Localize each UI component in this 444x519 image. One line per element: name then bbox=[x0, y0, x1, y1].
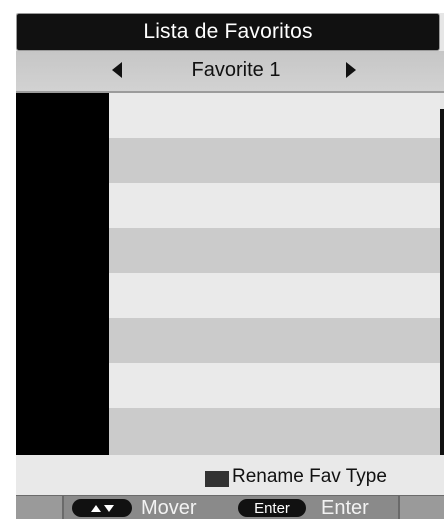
list-item[interactable] bbox=[109, 273, 440, 318]
list-item[interactable] bbox=[109, 93, 440, 138]
color-key-icon bbox=[205, 471, 229, 487]
favorites-list bbox=[109, 93, 440, 455]
page-title: Lista de Favoritos bbox=[143, 20, 313, 43]
favorite-selector-label: Favorite 1 bbox=[191, 59, 281, 81]
title-bar: Lista de Favoritos bbox=[16, 13, 440, 51]
enter-label: Enter bbox=[321, 497, 369, 519]
rename-fav-type-label[interactable]: Rename Fav Type bbox=[232, 466, 387, 488]
up-down-arrows-icon bbox=[72, 499, 132, 517]
list-item[interactable] bbox=[109, 318, 440, 363]
list-item[interactable] bbox=[109, 363, 440, 408]
mover-label: Mover bbox=[141, 497, 197, 519]
help-bar: Mover Enter Enter bbox=[16, 495, 444, 519]
help-bar-end-right bbox=[398, 496, 444, 519]
favorite-selector[interactable]: Favorite 1 bbox=[16, 51, 444, 93]
list-item[interactable] bbox=[109, 408, 440, 455]
list-item[interactable] bbox=[109, 183, 440, 228]
enter-key-icon: Enter bbox=[238, 499, 306, 517]
scrollbar[interactable] bbox=[440, 109, 444, 455]
help-bar-end-left bbox=[16, 496, 64, 519]
list-item[interactable] bbox=[109, 228, 440, 273]
left-panel bbox=[16, 93, 109, 455]
legend-bar: Rename Fav Type bbox=[16, 455, 444, 495]
right-triangle-icon[interactable] bbox=[346, 62, 356, 78]
favorites-screen: Lista de Favoritos Favorite 1 Rename Fav… bbox=[16, 13, 444, 519]
left-triangle-icon[interactable] bbox=[112, 62, 122, 78]
list-item[interactable] bbox=[109, 138, 440, 183]
